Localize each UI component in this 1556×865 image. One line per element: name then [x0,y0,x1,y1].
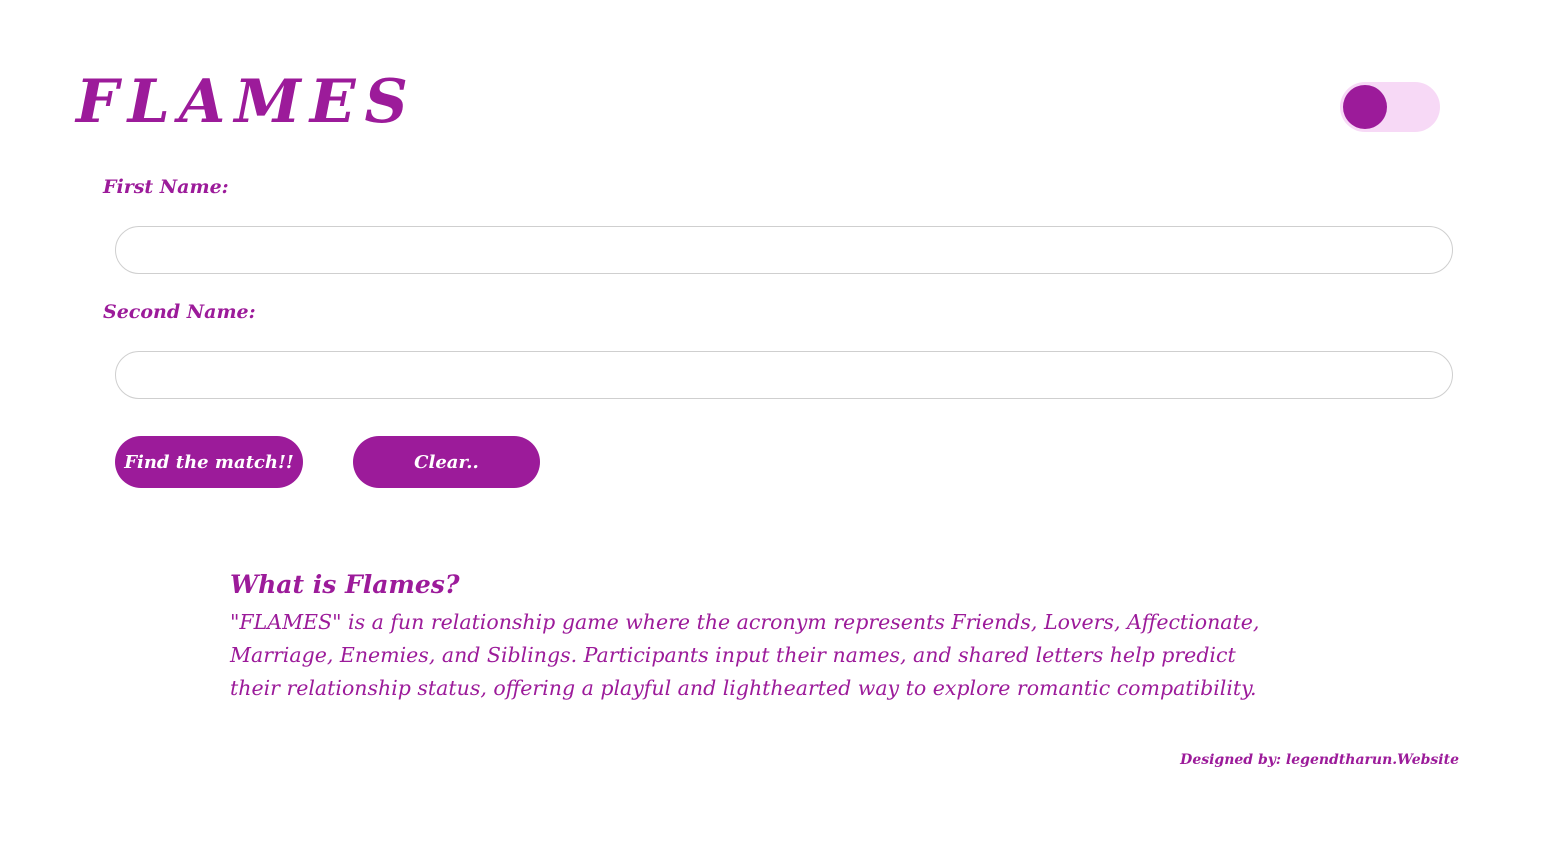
app-title: FLAMES [76,67,417,137]
second-name-label: Second Name: [103,301,256,323]
clear-button[interactable]: Clear.. [353,436,540,488]
find-match-button[interactable]: Find the match!! [115,436,303,488]
theme-toggle[interactable] [1340,82,1440,132]
first-name-label: First Name: [103,176,229,198]
about-section: What is Flames? "FLAMES" is a fun relati… [230,568,1290,705]
second-name-input[interactable] [115,351,1453,399]
about-heading: What is Flames? [230,570,460,599]
about-description: "FLAMES" is a fun relationship game wher… [230,610,1260,700]
toggle-knob [1343,85,1387,129]
footer-credit: Designed by: legendtharun.Website [1180,752,1459,768]
first-name-input[interactable] [115,226,1453,274]
